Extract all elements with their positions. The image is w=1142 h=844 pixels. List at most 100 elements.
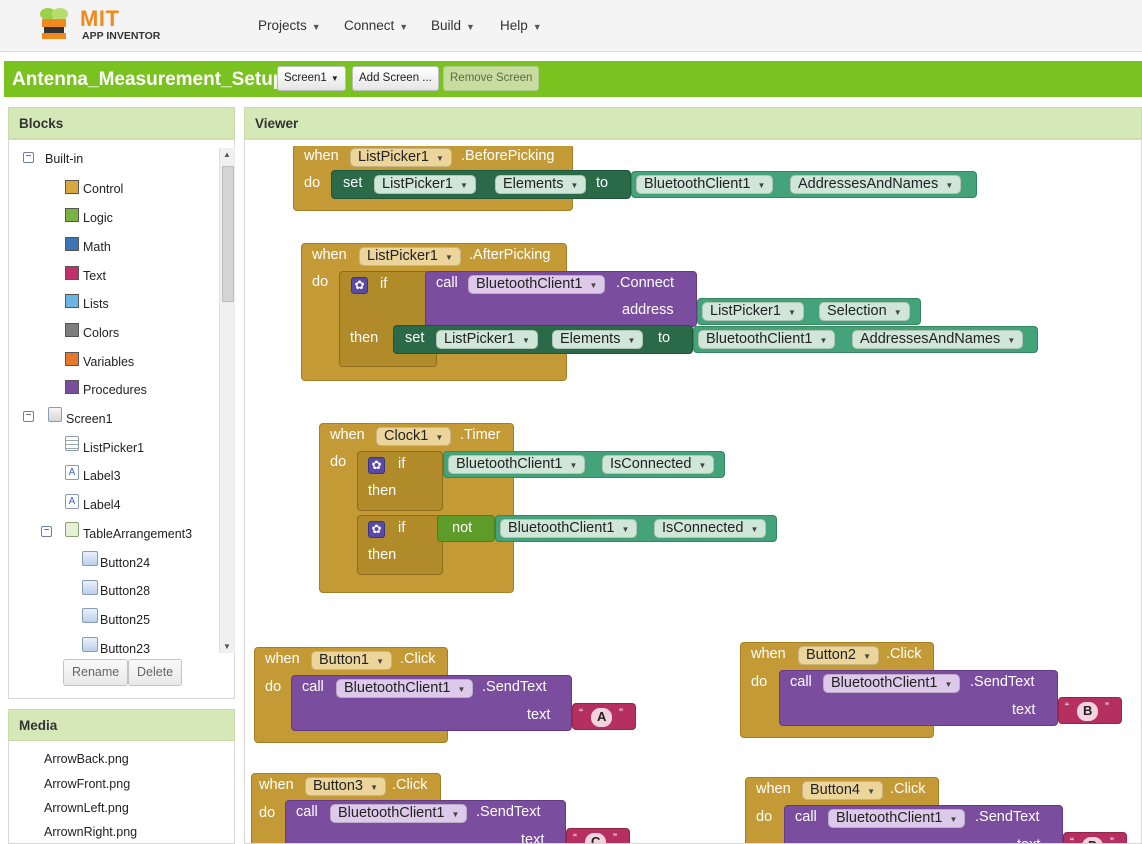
tree-item-control[interactable]: Control	[83, 180, 123, 198]
text-value[interactable]: A	[591, 708, 613, 727]
tree-item-logic[interactable]: Logic	[83, 209, 113, 227]
component-dropdown[interactable]: ListPicker1	[436, 330, 538, 349]
component-dropdown[interactable]: Clock1	[376, 427, 452, 446]
property-dropdown[interactable]: Elements	[495, 175, 587, 194]
when-keyword: when	[330, 427, 365, 443]
mutator-gear-icon[interactable]: ✿	[351, 277, 368, 294]
property-dropdown[interactable]: AddressesAndNames	[852, 330, 1024, 349]
add-screen-button[interactable]: Add Screen ...	[352, 66, 439, 91]
component-dropdown[interactable]: BluetoothClient1	[823, 674, 961, 693]
property-dropdown[interactable]: AddressesAndNames	[790, 175, 962, 194]
tree-item-screen1[interactable]: Screen1	[66, 410, 113, 428]
property-getter-block[interactable]: BluetoothClient1 IsConnected	[495, 515, 777, 542]
rename-button[interactable]: Rename	[63, 659, 129, 686]
tree-item-button28[interactable]: Button28	[100, 582, 150, 600]
media-file[interactable]: ArrownRight.png	[44, 823, 137, 841]
call-sendtext-block[interactable]: call BluetoothClient1 .SendText text	[285, 800, 566, 843]
property-getter-block[interactable]: ListPicker1 Selection	[697, 298, 921, 325]
tree-item-text[interactable]: Text	[83, 267, 106, 285]
component-dropdown[interactable]: ListPicker1	[350, 148, 452, 167]
component-dropdown[interactable]: BluetoothClient1	[500, 519, 638, 538]
call-sendtext-block[interactable]: call BluetoothClient1 .SendText text	[784, 805, 1063, 843]
media-file[interactable]: ArrowFront.png	[44, 775, 130, 793]
mutator-gear-icon[interactable]: ✿	[368, 457, 385, 474]
text-label: text	[1017, 837, 1040, 843]
property-dropdown[interactable]: Elements	[552, 330, 644, 349]
text-value[interactable]: B	[1077, 702, 1099, 721]
mit-app-inventor-logo[interactable]: MIT APP INVENTOR	[32, 4, 172, 48]
menu-help[interactable]: Help ▼	[500, 18, 542, 33]
screen-select-dropdown[interactable]: Screen1 ▼	[277, 66, 346, 91]
text-value[interactable]: D	[1082, 837, 1104, 843]
collapse-tablearrangement3-toggle[interactable]: −	[41, 526, 52, 537]
caret-down-icon: ▼	[330, 74, 339, 83]
tree-item-button24[interactable]: Button24	[100, 554, 150, 572]
property-getter-block[interactable]: BluetoothClient1 AddressesAndNames	[631, 171, 977, 198]
component-dropdown[interactable]: Button1	[311, 651, 392, 670]
tree-item-lists[interactable]: Lists	[83, 295, 109, 313]
component-dropdown[interactable]: BluetoothClient1	[468, 275, 606, 294]
scrollbar-thumb[interactable]	[222, 166, 234, 302]
text-string-block[interactable]: “ C ”	[566, 828, 630, 843]
component-dropdown[interactable]: ListPicker1	[374, 175, 476, 194]
set-property-block[interactable]: set ListPicker1 Elements to	[393, 325, 693, 354]
property-getter-block[interactable]: BluetoothClient1 IsConnected	[443, 451, 725, 478]
tree-item-math[interactable]: Math	[83, 238, 111, 256]
menu-build[interactable]: Build ▼	[431, 18, 475, 33]
text-value[interactable]: C	[585, 833, 607, 843]
call-method-block[interactable]: call BluetoothClient1 .Connect address	[425, 271, 697, 327]
component-dropdown[interactable]: BluetoothClient1	[330, 804, 468, 823]
tree-item-variables[interactable]: Variables	[83, 353, 134, 371]
call-sendtext-block[interactable]: call BluetoothClient1 .SendText text	[291, 675, 572, 731]
component-dropdown[interactable]: Button2	[798, 646, 879, 665]
close-quote-icon: ”	[1105, 700, 1109, 714]
component-dropdown[interactable]: BluetoothClient1	[828, 809, 966, 828]
tree-item-builtin[interactable]: Built-in	[45, 150, 83, 168]
tree-item-listpicker1[interactable]: ListPicker1	[83, 439, 144, 457]
delete-button[interactable]: Delete	[128, 659, 183, 686]
lists-swatch-icon	[65, 294, 79, 308]
property-dropdown[interactable]: IsConnected	[654, 519, 767, 538]
component-dropdown[interactable]: BluetoothClient1	[336, 679, 474, 698]
text-string-block[interactable]: “ D ”	[1063, 832, 1127, 843]
if-then-block[interactable]: ✿ if then	[357, 451, 443, 511]
property-dropdown[interactable]: Selection	[819, 302, 910, 321]
blocks-workspace[interactable]: when ListPicker1 .BeforePicking do set L…	[251, 146, 1141, 843]
component-dropdown[interactable]: ListPicker1	[702, 302, 804, 321]
collapse-builtin-toggle[interactable]: −	[23, 152, 34, 163]
scroll-up-icon[interactable]: ▲	[223, 150, 231, 159]
collapse-screen1-toggle[interactable]: −	[23, 411, 34, 422]
property-getter-block[interactable]: BluetoothClient1 AddressesAndNames	[693, 326, 1038, 353]
set-property-block[interactable]: set ListPicker1 Elements to	[331, 170, 631, 199]
tree-item-tablearrangement3[interactable]: TableArrangement3	[83, 525, 192, 543]
listpicker-icon	[65, 436, 79, 451]
not-block[interactable]: not	[437, 515, 495, 542]
menu-build-label: Build	[431, 18, 462, 33]
remove-screen-button[interactable]: Remove Screen	[443, 66, 540, 91]
component-dropdown[interactable]: BluetoothClient1	[636, 175, 774, 194]
component-dropdown[interactable]: Button3	[305, 777, 386, 796]
menu-projects[interactable]: Projects ▼	[258, 18, 321, 33]
tree-item-procedures[interactable]: Procedures	[83, 381, 147, 399]
tree-item-button23[interactable]: Button23	[100, 640, 150, 658]
tree-item-label4[interactable]: Label4	[83, 496, 121, 514]
text-string-block[interactable]: “ B ”	[1058, 697, 1122, 724]
component-dropdown[interactable]: BluetoothClient1	[448, 455, 586, 474]
mutator-gear-icon[interactable]: ✿	[368, 521, 385, 538]
if-then-block[interactable]: ✿ if then	[357, 515, 443, 575]
media-file[interactable]: ArrowBack.png	[44, 750, 129, 768]
property-dropdown[interactable]: IsConnected	[602, 455, 715, 474]
scroll-down-icon[interactable]: ▼	[223, 642, 231, 651]
menu-connect[interactable]: Connect ▼	[344, 18, 408, 33]
blocks-tree-scrollbar[interactable]: ▲ ▼	[219, 148, 235, 653]
component-dropdown[interactable]: BluetoothClient1	[698, 330, 836, 349]
media-file[interactable]: ArrownLeft.png	[44, 799, 129, 817]
call-sendtext-block[interactable]: call BluetoothClient1 .SendText text	[779, 670, 1058, 726]
text-string-block[interactable]: “ A ”	[572, 703, 636, 730]
button-icon	[82, 580, 98, 595]
tree-item-button25[interactable]: Button25	[100, 611, 150, 629]
component-dropdown[interactable]: ListPicker1	[359, 247, 461, 266]
component-dropdown[interactable]: Button4	[802, 781, 883, 800]
tree-item-colors[interactable]: Colors	[83, 324, 119, 342]
tree-item-label3[interactable]: Label3	[83, 467, 121, 485]
